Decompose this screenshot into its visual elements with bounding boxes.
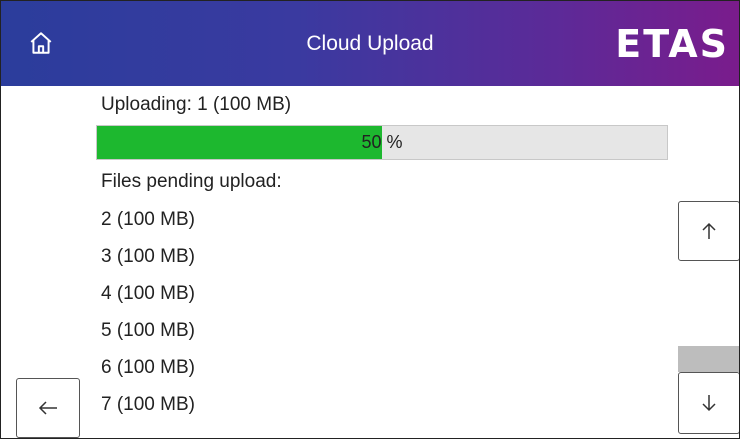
list-item: 2 (100 MB) xyxy=(101,209,195,230)
back-button[interactable] xyxy=(16,378,80,438)
pending-label: Files pending upload: xyxy=(101,171,282,192)
scroll-thumb[interactable] xyxy=(678,346,739,372)
arrow-left-icon xyxy=(38,401,57,415)
uploading-label: Uploading: 1 (100 MB) xyxy=(101,94,292,115)
list-item: 6 (100 MB) xyxy=(101,357,195,378)
cloud-upload-screen: Cloud Upload ETAS Uploading: 1 (100 MB) … xyxy=(0,0,740,439)
list-item: 3 (100 MB) xyxy=(101,246,195,267)
list-item: 5 (100 MB) xyxy=(101,320,195,341)
home-button[interactable] xyxy=(21,23,61,63)
upload-progress-bar: 50 % xyxy=(96,125,668,160)
progress-text: 50 % xyxy=(97,126,667,159)
etas-logo: ETAS xyxy=(615,19,729,69)
scroll-up-button[interactable] xyxy=(678,201,739,261)
scroll-down-button[interactable] xyxy=(678,372,739,434)
home-icon xyxy=(30,32,52,54)
progress-value: 50 xyxy=(361,132,382,152)
logo-text: ETAS xyxy=(615,22,729,66)
list-item: 7 (100 MB) xyxy=(101,394,195,415)
header-bar: Cloud Upload ETAS xyxy=(1,1,739,86)
pending-file-list: 2 (100 MB) 3 (100 MB) 4 (100 MB) 5 (100 … xyxy=(101,206,195,428)
arrow-down-icon xyxy=(702,395,716,412)
list-item: 4 (100 MB) xyxy=(101,283,195,304)
arrow-up-icon xyxy=(702,222,716,239)
list-scrollbar[interactable] xyxy=(678,201,739,438)
progress-unit: % xyxy=(381,132,403,152)
